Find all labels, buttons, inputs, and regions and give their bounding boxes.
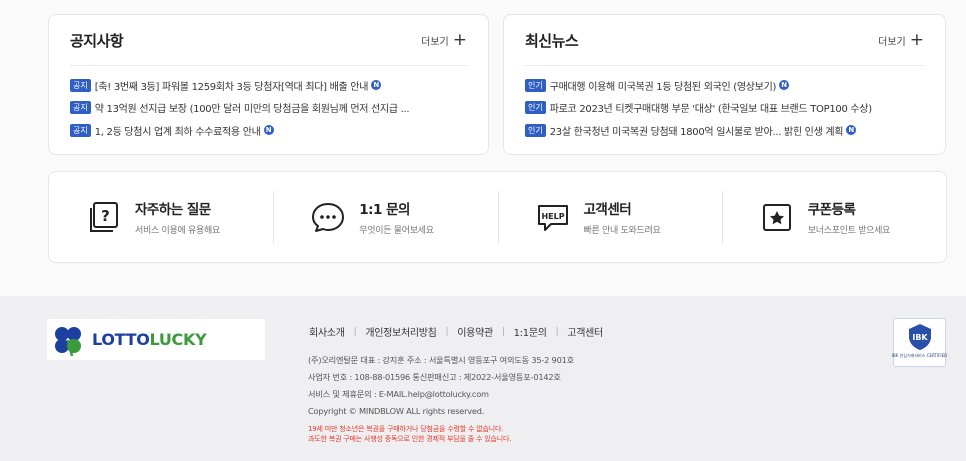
news-tag: 인기 (525, 101, 546, 115)
svg-text:?: ? (101, 207, 110, 225)
clover-logo-icon (55, 326, 81, 356)
footer-link-support[interactable]: 고객센터 (567, 324, 603, 339)
company-info-line: (주)오리엔탈문 대표 : 강지훈 주소 : 서울특별시 영등포구 여의도동 3… (308, 355, 574, 365)
logo-text-part1: LOTTO (92, 330, 150, 349)
quick-link-faq[interactable]: ? 자주하는 질문 서비스 이용에 유용해요 (49, 189, 273, 245)
help-icon: HELP (534, 198, 572, 236)
divider: | (501, 326, 505, 337)
notice-item[interactable]: 공지 1, 2등 당첨시 업계 최하 수수료적용 안내 N (70, 119, 467, 142)
notice-item-text: 1, 2등 당첨시 업계 최하 수수료적용 안내 (94, 126, 261, 138)
notice-item[interactable]: 공지 [축! 3번째 3등] 파워볼 1259회차 3등 당첨자[역대 최다] … (70, 74, 467, 97)
quick-link-title: 1:1 문의 (359, 202, 410, 218)
logo[interactable]: LOTTOLUCKY (47, 319, 265, 360)
quick-link-title: 자주하는 질문 (135, 202, 211, 218)
news-board: 최신뉴스 더보기 + 인기 구매대행 이용해 미국복권 1등 당첨된 외국인 (… (503, 14, 946, 155)
news-tag: 인기 (525, 78, 546, 92)
quick-link-subtitle: 서비스 이용에 유용해요 (135, 226, 220, 236)
logo-text: LOTTOLUCKY (92, 330, 207, 349)
news-item[interactable]: 인기 23살 한국청년 미국복권 당첨돼 1800억 일시불로 받아... 밝힌… (525, 119, 924, 142)
notice-title: 공지사항 (70, 31, 124, 50)
news-item-text: 구매대행 이용해 미국복권 1등 당첨된 외국인 (영상보기) (549, 81, 777, 93)
news-more-button[interactable]: 더보기 + (878, 29, 924, 50)
news-item[interactable]: 인기 파로코 2023년 티켓구매대행 부문 '대상' (한국일보 대표 브랜드… (525, 97, 924, 120)
divider: | (555, 326, 559, 337)
news-title: 최신뉴스 (525, 31, 579, 50)
footer: LOTTOLUCKY 회사소개 | 개인정보처리방침 | 이용약관 | 1:1문… (0, 296, 966, 461)
news-item[interactable]: 인기 구매대행 이용해 미국복권 1등 당첨된 외국인 (영상보기) N (525, 74, 924, 97)
footer-link-terms[interactable]: 이용약관 (457, 324, 493, 339)
new-badge-icon: N (263, 125, 274, 136)
notice-more-button[interactable]: 더보기 + (421, 29, 467, 50)
new-badge-icon: N (371, 80, 382, 91)
footer-link-inquiry[interactable]: 1:1문의 (514, 324, 547, 339)
new-badge-icon: N (846, 125, 857, 136)
warning-notice: 19세 미만 청소년은 복권을 구매하거나 당첨금을 수령할 수 없습니다. 과… (308, 424, 511, 444)
warning-line: 과도한 복권 구매는 사행성 중독으로 인한 경제적 부담을 줄 수 있습니다. (308, 435, 512, 443)
news-item-text: 23살 한국청년 미국복권 당첨돼 1800억 일시불로 받아... 밝힌 인생… (549, 126, 844, 138)
quick-link-title: 쿠폰등록 (807, 202, 856, 218)
quick-link-coupon[interactable]: 쿠폰등록 보너스포인트 받으세요 (721, 189, 946, 245)
plus-icon: + (909, 29, 924, 50)
certification-caption: IBK 안심거래서비스 CERTIFIED (891, 353, 948, 358)
warning-line: 19세 미만 청소년은 복권을 구매하거나 당첨금을 수령할 수 없습니다. (308, 425, 504, 433)
faq-icon: ? (85, 198, 123, 236)
footer-link-company[interactable]: 회사소개 (309, 324, 345, 339)
news-header: 최신뉴스 더보기 + (525, 15, 924, 66)
quick-link-inquiry[interactable]: 1:1 문의 무엇이든 물어보세요 (273, 189, 497, 245)
news-list: 인기 구매대행 이용해 미국복권 1등 당첨된 외국인 (영상보기) N 인기 … (525, 66, 924, 142)
notice-board: 공지사항 더보기 + 공지 [축! 3번째 3등] 파워볼 1259회차 3등 … (48, 14, 489, 155)
company-info-line: 사업자 번호 : 108-88-01596 통신판매신고 : 제2022-서울영… (308, 372, 561, 382)
quick-link-help[interactable]: HELP 고객센터 빠른 안내 도와드려요 (497, 189, 722, 245)
news-item-text: 파로코 2023년 티켓구매대행 부문 '대상' (한국일보 대표 브랜드 TO… (549, 104, 872, 116)
quick-link-subtitle: 빠른 안내 도와드려요 (583, 226, 661, 236)
quick-link-subtitle: 무엇이든 물어보세요 (359, 226, 434, 236)
plus-icon: + (452, 29, 467, 50)
footer-links: 회사소개 | 개인정보처리방침 | 이용약관 | 1:1문의 | 고객센터 (309, 324, 603, 340)
divider: | (445, 326, 449, 337)
new-badge-icon: N (779, 80, 790, 91)
divider: | (353, 326, 357, 337)
notice-tag: 공지 (70, 78, 91, 92)
news-more-label: 더보기 (878, 36, 906, 48)
svg-text:IBK: IBK (912, 333, 928, 342)
copyright: Copyright © MINDBLOW ALL rights reserved… (308, 406, 485, 416)
company-info: (주)오리엔탈문 대표 : 강지훈 주소 : 서울특별시 영등포구 여의도동 3… (308, 352, 574, 420)
footer-link-privacy[interactable]: 개인정보처리방침 (365, 324, 437, 339)
certification-icon: IBK (908, 324, 931, 350)
notice-more-label: 더보기 (421, 36, 449, 48)
company-info-line: 서비스 및 제휴문의 : E-MAIL.help@lottolucky.com (308, 389, 489, 399)
logo-text-part2: LUCKY (149, 330, 207, 349)
notice-item[interactable]: 공지 약 13억원 선지급 보장 (100만 달러 미만의 당첨금을 회원님께 … (70, 97, 467, 120)
quick-link-title: 고객센터 (583, 202, 632, 218)
certification-badge[interactable]: IBK IBK 안심거래서비스 CERTIFIED (891, 318, 948, 367)
coupon-icon (758, 198, 796, 236)
notice-tag: 공지 (70, 123, 91, 137)
svg-text:HELP: HELP (541, 212, 564, 221)
notice-item-text: [축! 3번째 3등] 파워볼 1259회차 3등 당첨자[역대 최다] 배출 … (94, 81, 369, 93)
quick-link-subtitle: 보너스포인트 받으세요 (807, 226, 891, 236)
news-tag: 인기 (525, 123, 546, 137)
notice-list: 공지 [축! 3번째 3등] 파워볼 1259회차 3등 당첨자[역대 최다] … (70, 66, 467, 142)
notice-item-text: 약 13억원 선지급 보장 (100만 달러 미만의 당첨금을 회원님께 먼저 … (94, 104, 410, 116)
notice-tag: 공지 (70, 101, 91, 115)
quick-links-bar: ? 자주하는 질문 서비스 이용에 유용해요 1:1 문의 무엇이든 물어보세요… (48, 171, 947, 263)
notice-header: 공지사항 더보기 + (70, 15, 467, 66)
chat-icon (309, 198, 347, 236)
